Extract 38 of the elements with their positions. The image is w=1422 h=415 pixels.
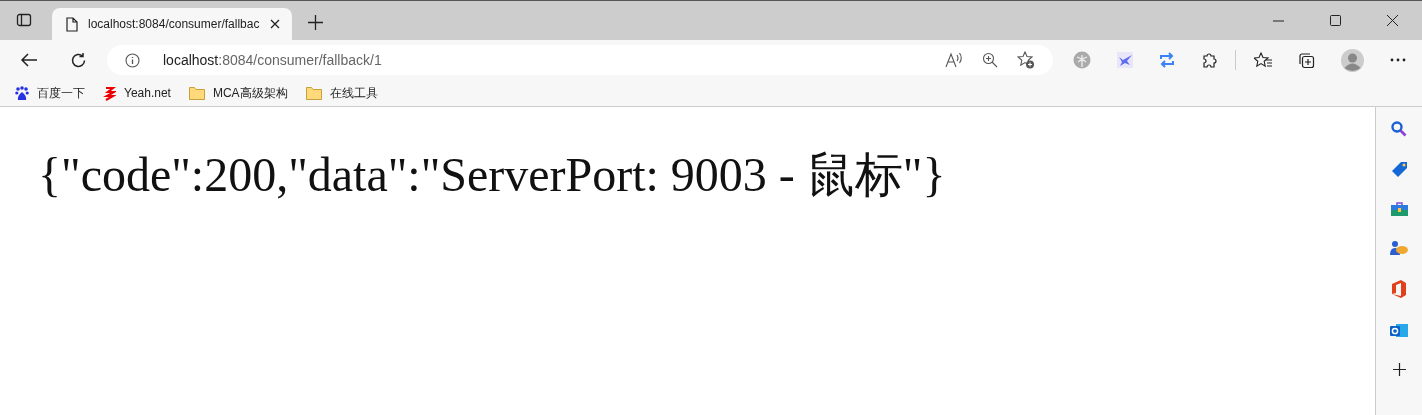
- zoom-icon[interactable]: [982, 52, 998, 68]
- person-game-icon[interactable]: [1390, 240, 1408, 256]
- refresh-icon[interactable]: [70, 51, 87, 69]
- folder-icon: [305, 86, 322, 100]
- bookmark[interactable]: Yeah.net: [103, 85, 171, 101]
- paw-icon: [15, 85, 29, 101]
- close-icon[interactable]: [1387, 15, 1398, 26]
- close-icon[interactable]: [270, 19, 280, 29]
- puzzle-icon[interactable]: [1201, 51, 1217, 69]
- read-aloud-icon[interactable]: [945, 52, 963, 68]
- tab-title: localhost:8084/consumer/fallbac: [88, 17, 260, 31]
- add-favorite-icon[interactable]: [1017, 51, 1035, 69]
- tab-actions-icon[interactable]: [16, 12, 32, 28]
- collections-icon[interactable]: [1298, 51, 1315, 69]
- bookmark[interactable]: 百度一下: [15, 84, 85, 102]
- address-bar[interactable]: localhost:8084/consumer/fallback/1: [107, 45, 1053, 75]
- bookmark[interactable]: MCA高级架构: [188, 84, 288, 102]
- json-response-text: {"code":200,"data":"ServerPort: 9003 - 鼠标"}: [38, 147, 947, 203]
- favorites-icon[interactable]: [1254, 52, 1272, 68]
- tag-icon[interactable]: [1390, 161, 1408, 178]
- repeat-icon[interactable]: [1159, 52, 1175, 68]
- page-icon: [66, 16, 78, 32]
- toolbox-icon[interactable]: [1390, 202, 1408, 216]
- browser-tab[interactable]: localhost:8084/consumer/fallbac: [52, 8, 292, 40]
- hexagon-icon[interactable]: [1391, 280, 1407, 298]
- back-arrow-icon[interactable]: [20, 52, 38, 68]
- info-icon: [125, 52, 140, 68]
- url-host: localhost: [163, 52, 219, 68]
- more-icon[interactable]: [1390, 58, 1406, 62]
- add-icon[interactable]: [1392, 363, 1406, 376]
- folder-icon: [188, 86, 205, 100]
- search-icon[interactable]: [1391, 121, 1407, 137]
- url-path: :8084/consumer/fallback/1: [218, 52, 382, 68]
- bookmark[interactable]: 在线工具: [305, 84, 378, 102]
- maximize-icon[interactable]: [1330, 15, 1341, 26]
- avatar-icon[interactable]: [1341, 48, 1364, 72]
- new-tab-icon[interactable]: [308, 15, 323, 30]
- mail-icon[interactable]: [1390, 322, 1408, 339]
